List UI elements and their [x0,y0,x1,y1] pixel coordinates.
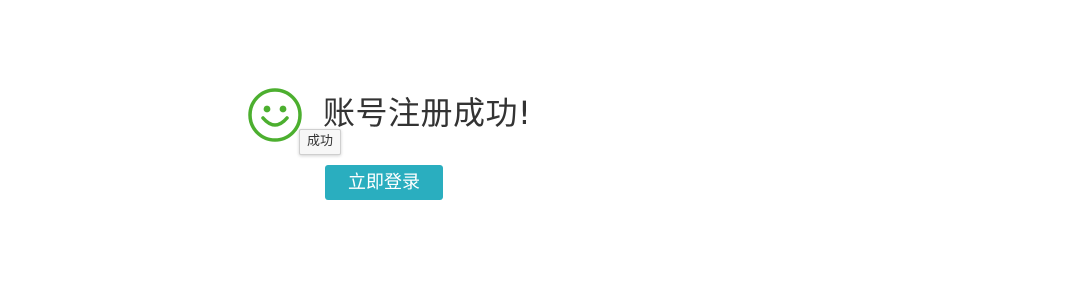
smile-icon [248,88,302,142]
success-title: 账号注册成功! [323,94,532,132]
login-now-button[interactable]: 立即登录 [325,165,443,200]
registration-success-panel: 账号注册成功! 成功 立即登录 [247,87,607,207]
success-tooltip: 成功 [299,129,342,155]
